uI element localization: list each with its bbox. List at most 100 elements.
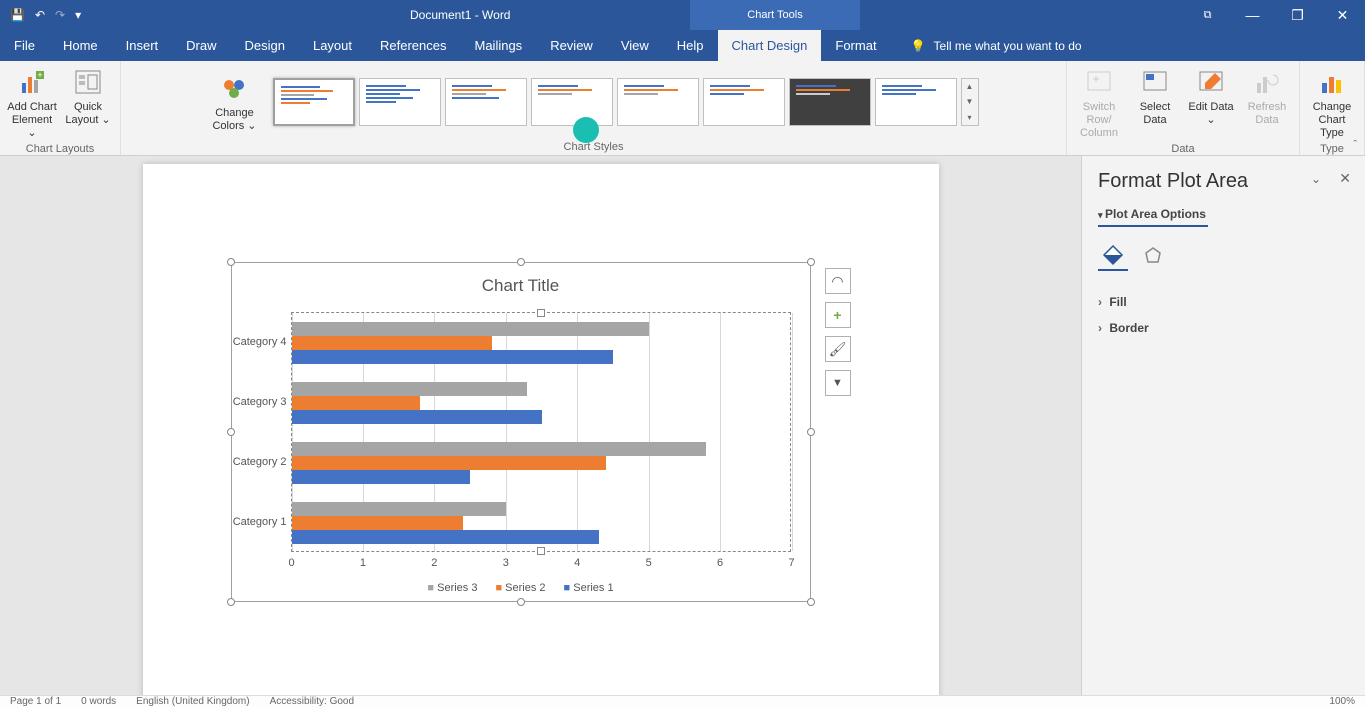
pane-tab-underline: [1098, 225, 1208, 227]
change-colors-button[interactable]: Change Colors ⌄: [209, 71, 261, 133]
tab-help[interactable]: Help: [663, 30, 718, 61]
chart-object[interactable]: Chart Title 01234567Category 1Category 2…: [231, 262, 811, 602]
ribbon-display-icon[interactable]: ⧉: [1185, 0, 1230, 30]
resize-handle-ne[interactable]: [807, 258, 815, 266]
status-accessibility[interactable]: Accessibility: Good: [270, 696, 354, 707]
maximize-button[interactable]: ❐: [1275, 0, 1320, 30]
legend-series-3[interactable]: Series 3: [427, 582, 477, 594]
tab-chart-design[interactable]: Chart Design: [718, 30, 822, 61]
tell-me-label: Tell me what you want to do: [934, 39, 1082, 53]
chart-title[interactable]: Chart Title: [231, 276, 811, 296]
plot-handle-s[interactable]: [537, 547, 545, 555]
close-button[interactable]: ✕: [1320, 0, 1365, 30]
status-word-count[interactable]: 0 words: [81, 696, 116, 707]
fill-section[interactable]: Fill: [1098, 289, 1349, 315]
quick-layout-button[interactable]: Quick Layout ⌄: [62, 65, 114, 127]
status-zoom[interactable]: 100%: [1329, 696, 1355, 707]
chart-style-8[interactable]: [875, 78, 957, 126]
data-bar[interactable]: [292, 516, 463, 530]
select-data-button[interactable]: Select Data: [1129, 65, 1181, 127]
tab-references[interactable]: References: [366, 30, 460, 61]
border-section[interactable]: Border: [1098, 315, 1349, 341]
chart-elements-button[interactable]: +: [825, 302, 851, 328]
data-bar[interactable]: [292, 382, 528, 396]
title-bar: 💾 ↶ ↷ ▾ Document1 - Word Chart Tools ⧉ —…: [0, 0, 1365, 30]
legend-series-2[interactable]: Series 2: [495, 582, 545, 594]
tab-layout[interactable]: Layout: [299, 30, 366, 61]
pane-close-button[interactable]: ✕: [1339, 170, 1351, 187]
fill-line-icon[interactable]: [1098, 241, 1128, 271]
qat-more-icon[interactable]: ▾: [75, 8, 81, 22]
x-tick-label: 5: [646, 557, 652, 569]
data-bar[interactable]: [292, 456, 606, 470]
plot-area[interactable]: 01234567Category 1Category 2Category 3Ca…: [291, 312, 791, 552]
grid-line: [720, 313, 721, 551]
tab-mailings[interactable]: Mailings: [461, 30, 537, 61]
refresh-data-icon: [1251, 67, 1283, 99]
save-icon[interactable]: 💾: [10, 8, 25, 22]
tab-view[interactable]: View: [607, 30, 663, 61]
data-bar[interactable]: [292, 502, 506, 516]
effects-icon[interactable]: [1138, 241, 1168, 271]
edit-data-button[interactable]: Edit Data ⌄: [1185, 65, 1237, 127]
chart-style-5[interactable]: [617, 78, 699, 126]
status-page[interactable]: Page 1 of 1: [10, 696, 61, 707]
resize-handle-sw[interactable]: [227, 598, 235, 606]
legend-series-1[interactable]: Series 1: [564, 582, 614, 594]
document-area: Chart Title 01234567Category 1Category 2…: [0, 156, 1365, 695]
chart-style-2[interactable]: [359, 78, 441, 126]
minimize-button[interactable]: —: [1230, 0, 1275, 30]
redo-icon[interactable]: ↷: [55, 8, 65, 22]
chart-layout-options-button[interactable]: ◠: [825, 268, 851, 294]
resize-handle-w[interactable]: [227, 428, 235, 436]
plot-area-options-dropdown[interactable]: Plot Area Options: [1098, 207, 1349, 221]
data-bar[interactable]: [292, 470, 471, 484]
pane-options-chevron[interactable]: ⌄: [1311, 172, 1321, 186]
change-chart-type-button[interactable]: Change Chart Type: [1306, 65, 1358, 141]
pane-category-icons: [1098, 241, 1349, 271]
data-bar[interactable]: [292, 410, 542, 424]
tab-insert[interactable]: Insert: [112, 30, 173, 61]
resize-handle-se[interactable]: [807, 598, 815, 606]
data-bar[interactable]: [292, 442, 706, 456]
change-chart-type-icon: [1316, 67, 1348, 99]
chart-styles-button[interactable]: 🖌: [825, 336, 851, 362]
tell-me-search[interactable]: 💡 Tell me what you want to do: [911, 30, 1082, 61]
resize-handle-s[interactable]: [517, 598, 525, 606]
chart-style-7[interactable]: [789, 78, 871, 126]
chart-style-4[interactable]: [531, 78, 613, 126]
resize-handle-nw[interactable]: [227, 258, 235, 266]
data-bar[interactable]: [292, 530, 599, 544]
status-language[interactable]: English (United Kingdom): [136, 696, 249, 707]
collapse-ribbon-button[interactable]: ˆ: [1353, 139, 1357, 151]
category-label: Category 2: [232, 456, 287, 468]
add-chart-element-button[interactable]: + Add Chart Element ⌄: [6, 65, 58, 141]
plot-handle-n[interactable]: [537, 309, 545, 317]
group-label-data: Data: [1171, 143, 1194, 155]
tab-design[interactable]: Design: [231, 30, 299, 61]
resize-handle-e[interactable]: [807, 428, 815, 436]
data-bar[interactable]: [292, 350, 613, 364]
group-data: Switch Row/ Column Select Data Edit Data…: [1067, 61, 1300, 155]
page-surface[interactable]: Chart Title 01234567Category 1Category 2…: [0, 156, 1081, 695]
chart-style-3[interactable]: [445, 78, 527, 126]
tab-review[interactable]: Review: [536, 30, 607, 61]
refresh-data-button: Refresh Data: [1241, 65, 1293, 127]
data-bar[interactable]: [292, 322, 649, 336]
chart-filters-button[interactable]: ▼: [825, 370, 851, 396]
chart-legend[interactable]: Series 3 Series 2 Series 1: [231, 582, 811, 594]
tab-file[interactable]: File: [0, 30, 49, 61]
switch-row-col-icon: [1083, 67, 1115, 99]
data-bar[interactable]: [292, 396, 421, 410]
x-tick-label: 2: [431, 557, 437, 569]
category-label: Category 4: [232, 336, 287, 348]
tab-format[interactable]: Format: [821, 30, 890, 61]
chart-style-6[interactable]: [703, 78, 785, 126]
chart-styles-more-button[interactable]: ▲▼▾: [961, 78, 979, 126]
undo-icon[interactable]: ↶: [35, 8, 45, 22]
data-bar[interactable]: [292, 336, 492, 350]
tab-draw[interactable]: Draw: [172, 30, 230, 61]
tab-home[interactable]: Home: [49, 30, 112, 61]
resize-handle-n[interactable]: [517, 258, 525, 266]
chart-style-1[interactable]: [273, 78, 355, 126]
